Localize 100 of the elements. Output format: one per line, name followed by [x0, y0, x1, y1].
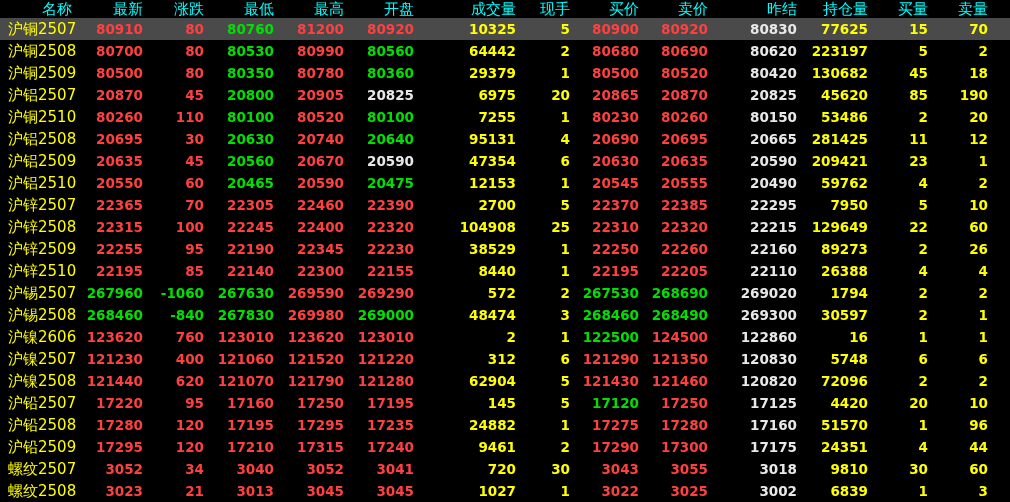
- table-cell-text: 23: [908, 152, 928, 171]
- table-cell-text: 3055: [669, 460, 708, 479]
- table-cell-text: 2: [917, 108, 928, 127]
- column-header: 最低: [243, 0, 274, 18]
- column-header: 最高: [313, 0, 344, 18]
- table-cell-text: 80: [184, 20, 204, 39]
- table-cell-text: 22140: [226, 262, 274, 281]
- table-cell-text: 20635: [660, 152, 708, 171]
- table-cell-text: 122860: [739, 328, 797, 347]
- table-cell-text: 5: [559, 372, 570, 391]
- table-cell-text: 80760: [226, 20, 274, 39]
- table-cell-text: 3052: [305, 460, 344, 479]
- table-cell-text: 572: [486, 284, 516, 303]
- table-cell-text: 1794: [829, 284, 868, 303]
- table-cell-text: 5: [559, 20, 570, 39]
- table-cell-text: 2: [559, 42, 570, 61]
- table-cell-text: 269000: [356, 306, 414, 325]
- table-cell-text: 267530: [581, 284, 639, 303]
- table-cell-text: 1: [559, 416, 570, 435]
- table-cell-text: 6: [559, 350, 570, 369]
- table-cell-text: 30: [184, 130, 204, 149]
- table-cell-text: -840: [169, 306, 204, 325]
- table-cell-text: 80690: [660, 42, 708, 61]
- table-cell-text: 77625: [820, 20, 868, 39]
- table-cell-text: 8440: [477, 262, 516, 281]
- table-cell-text: 17295: [95, 438, 143, 457]
- table-cell-text: 45: [184, 86, 204, 105]
- table-cell-text: 4: [917, 262, 928, 281]
- table-cell-text: 3013: [235, 482, 274, 501]
- table-row[interactable]: 沪铜2507 80910 80 80760 81200 80920 10325 5 80900 80920 80830 77625 15 70: [0, 18, 1010, 40]
- table-cell-text: 80900: [591, 20, 639, 39]
- table-cell-text: 20670: [296, 152, 344, 171]
- table-cell-text: 209421: [810, 152, 868, 171]
- table-cell-text: 3022: [600, 482, 639, 501]
- table-cell-text: 17275: [591, 416, 639, 435]
- table-cell-text: 10: [968, 394, 988, 413]
- table-cell-text: 26: [968, 240, 988, 259]
- table-cell-text: 80620: [749, 42, 797, 61]
- table-cell-text: 20640: [366, 130, 414, 149]
- table-cell-text: 22110: [749, 262, 797, 281]
- column-header: 卖量: [957, 0, 988, 18]
- table-cell-text: 4420: [829, 394, 868, 413]
- table-cell-text: 3045: [305, 482, 344, 501]
- table-cell-text: 17315: [296, 438, 344, 457]
- table-cell-text: 22230: [366, 240, 414, 259]
- table-cell-text: 267830: [216, 306, 274, 325]
- table-cell-text: 20475: [366, 174, 414, 193]
- table-cell-text: 20490: [749, 174, 797, 193]
- table-cell-text: 268460: [581, 306, 639, 325]
- table-cell-text: 22300: [296, 262, 344, 281]
- table-cell-text: 4: [977, 262, 988, 281]
- table-cell-text: 80260: [95, 108, 143, 127]
- table-cell-text: 24351: [820, 438, 868, 457]
- table-cell-text: 22460: [296, 196, 344, 215]
- table-cell-text: 5: [917, 196, 928, 215]
- table-cell-text: 24882: [468, 416, 516, 435]
- table-cell-text: 3040: [235, 460, 274, 479]
- table-cell-text: 2: [917, 284, 928, 303]
- table-cell-text: 6: [559, 152, 570, 171]
- column-header: 涨跌: [173, 0, 204, 18]
- table-cell-text: 64442: [468, 42, 516, 61]
- table-cell-text: 47354: [468, 152, 516, 171]
- table-cell-text: 120: [174, 416, 204, 435]
- table-cell-text: 25: [550, 218, 570, 237]
- table-cell-text: 22195: [591, 262, 639, 281]
- table-cell-text: 7255: [477, 108, 516, 127]
- table-cell-text: 80920: [660, 20, 708, 39]
- table-cell-text: 80830: [749, 20, 797, 39]
- table-cell-text: 123010: [356, 328, 414, 347]
- table-cell-text: 20560: [226, 152, 274, 171]
- table-cell-text: 269290: [356, 284, 414, 303]
- table-cell-text: 20590: [749, 152, 797, 171]
- table-cell-text: -1060: [159, 284, 204, 303]
- table-cell-text: 20825: [749, 86, 797, 105]
- column-header: 最新: [112, 0, 143, 18]
- table-cell-text: 26388: [820, 262, 868, 281]
- table-cell-text: 121220: [356, 350, 414, 369]
- table-cell-text: 20740: [296, 130, 344, 149]
- table-cell-text: 312: [486, 350, 516, 369]
- table-cell-text: 95: [184, 394, 204, 413]
- table-cell-text: 22250: [591, 240, 639, 259]
- table-cell-text: 17250: [296, 394, 344, 413]
- table-cell-text: 20630: [591, 152, 639, 171]
- table-cell-text: 20630: [226, 130, 274, 149]
- table-cell-text: 17280: [95, 416, 143, 435]
- table-cell-text: 123620: [85, 328, 143, 347]
- table-cell-text: 9461: [477, 438, 516, 457]
- column-header: 买价: [608, 0, 639, 18]
- table-cell-text: 3052: [104, 460, 143, 479]
- table-cell-text: 121290: [581, 350, 639, 369]
- table-cell-text: 3023: [104, 482, 143, 501]
- table-cell-text: 6839: [829, 482, 868, 501]
- table-cell-text: 80420: [749, 64, 797, 83]
- table-cell-text: 7950: [829, 196, 868, 215]
- table-cell-text: 145: [486, 394, 516, 413]
- table-cell-text: 17220: [95, 394, 143, 413]
- table-cell-text: 22305: [226, 196, 274, 215]
- table-cell-text: 21: [184, 482, 204, 501]
- table-cell-text: 20690: [591, 130, 639, 149]
- table-cell-text: 53486: [820, 108, 868, 127]
